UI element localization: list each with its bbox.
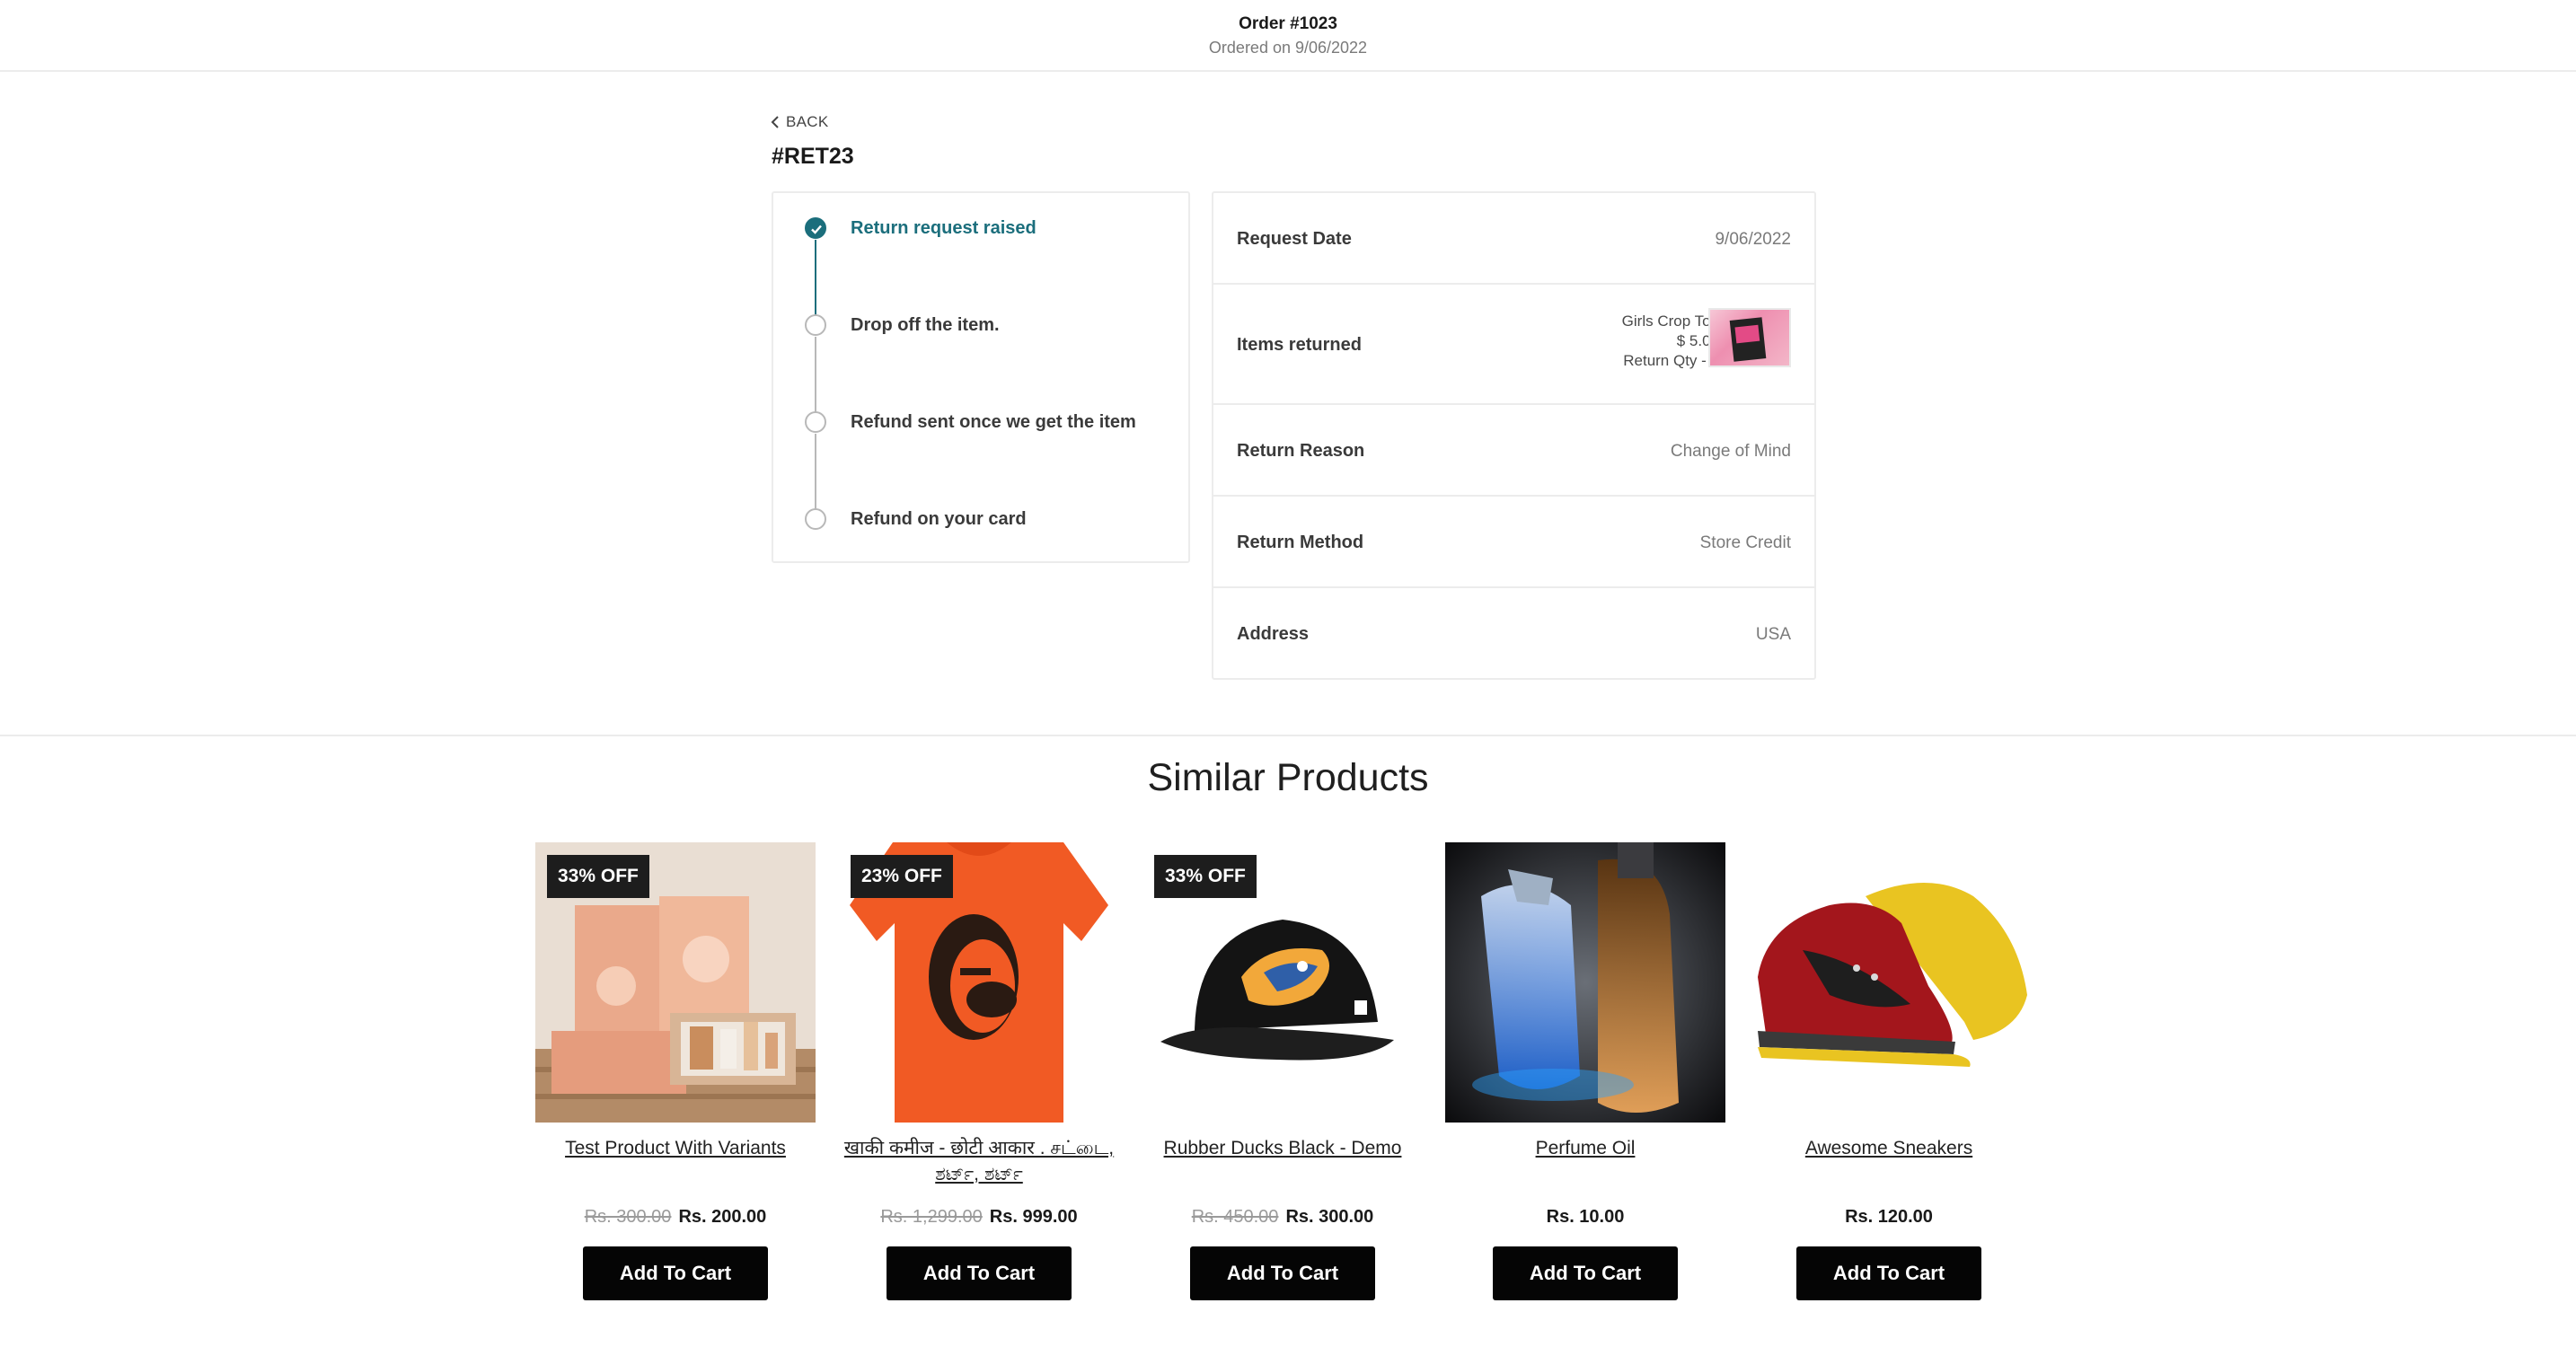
detail-row-request-date: Request Date 9/06/2022 xyxy=(1213,193,1814,285)
detail-label: Items returned xyxy=(1237,335,1362,355)
product-title-link[interactable]: खाकी कमीज - छोटी आकार . சட்டை, ಶರ್ಟ್, ಶರ… xyxy=(821,1135,1137,1187)
add-to-cart-button[interactable]: Add To Cart xyxy=(1493,1246,1678,1300)
product-title-link[interactable]: Awesome Sneakers xyxy=(1731,1135,2047,1161)
order-title: Order #1023 xyxy=(1239,14,1337,33)
back-link[interactable]: BACK xyxy=(770,113,829,131)
detail-label: Address xyxy=(1237,624,1310,644)
progress-step: Return request raised xyxy=(773,217,1192,253)
sale-price: Rs. 10.00 xyxy=(1546,1207,1625,1227)
price-line: Rs. 450.00 Rs. 300.00 xyxy=(1125,1207,1441,1228)
product-image[interactable]: 33% OFF xyxy=(1142,842,1423,1123)
order-header: Order #1023 Ordered on 9/06/2022 xyxy=(0,0,2576,72)
returned-item-thumbnail xyxy=(1708,308,1791,367)
product-title-link[interactable]: Rubber Ducks Black - Demo xyxy=(1125,1135,1441,1161)
add-to-cart-button[interactable]: Add To Cart xyxy=(1190,1246,1375,1300)
price-line: Rs. 120.00 xyxy=(1731,1207,2047,1228)
similar-products-heading: Similar Products xyxy=(1147,756,1429,799)
product-card: Perfume Oil Rs. 10.00 Add To Cart xyxy=(1445,842,1725,1309)
detail-label: Return Method xyxy=(1237,533,1364,552)
price-line: Rs. 1,299.00 Rs. 999.00 xyxy=(821,1207,1137,1228)
progress-step-label: Return request raised xyxy=(851,218,1037,238)
add-to-cart-button[interactable]: Add To Cart xyxy=(583,1246,768,1300)
detail-label: Return Reason xyxy=(1237,441,1365,461)
progress-step: Refund sent once we get the item xyxy=(773,411,1192,447)
product-card: 33% OFF Rubber Ducks Black - Demo Rs. 45… xyxy=(1142,842,1423,1309)
back-label: BACK xyxy=(786,113,829,130)
return-id: #RET23 xyxy=(772,144,854,169)
product-card: 33% OFF Test Product With Variants Rs. 3… xyxy=(535,842,816,1309)
empty-circle-icon xyxy=(805,508,826,530)
returned-item-info: Girls Crop Top $ 5.00 Return Qty - 1 xyxy=(1622,312,1719,371)
detail-value: 9/06/2022 xyxy=(1715,230,1791,249)
returned-item-price: $ 5.00 xyxy=(1676,332,1719,349)
product-image[interactable]: 23% OFF xyxy=(839,842,1119,1123)
detail-value: USA xyxy=(1755,625,1791,644)
original-price: Rs. 450.00 xyxy=(1191,1207,1279,1227)
detail-label: Request Date xyxy=(1237,229,1352,249)
progress-step-label: Refund sent once we get the item xyxy=(851,412,1136,432)
return-progress-card: Return request raised Drop off the item.… xyxy=(772,191,1190,563)
discount-badge: 33% OFF xyxy=(547,855,649,898)
add-to-cart-button[interactable]: Add To Cart xyxy=(1796,1246,1981,1300)
detail-row-return-reason: Return Reason Change of Mind xyxy=(1213,405,1814,497)
chevron-left-icon xyxy=(771,116,779,128)
returned-item-name: Girls Crop Top xyxy=(1621,313,1719,330)
progress-step-label: Drop off the item. xyxy=(851,315,1000,335)
check-circle-icon xyxy=(805,217,826,239)
add-to-cart-button[interactable]: Add To Cart xyxy=(887,1246,1072,1300)
returned-item-qty: Return Qty - 1 xyxy=(1623,352,1719,369)
product-card: 23% OFF खाकी कमीज - छोटी आकार . சட்டை, ಶ… xyxy=(839,842,1119,1309)
progress-step-label: Refund on your card xyxy=(851,509,1027,529)
section-divider xyxy=(0,735,2576,736)
product-image[interactable] xyxy=(1445,842,1725,1123)
progress-step: Drop off the item. xyxy=(773,314,1192,350)
empty-circle-icon xyxy=(805,314,826,336)
original-price: Rs. 300.00 xyxy=(584,1207,672,1227)
return-details-card: Request Date 9/06/2022 Items returned Gi… xyxy=(1212,191,1816,680)
detail-row-return-method: Return Method Store Credit xyxy=(1213,497,1814,588)
product-card: Awesome Sneakers Rs. 120.00 Add To Cart xyxy=(1749,842,2029,1309)
product-title-link[interactable]: Perfume Oil xyxy=(1427,1135,1743,1161)
product-image[interactable]: 33% OFF xyxy=(535,842,816,1123)
detail-value: Change of Mind xyxy=(1670,442,1791,461)
detail-row-items-returned: Items returned Girls Crop Top $ 5.00 Ret… xyxy=(1213,285,1814,405)
progress-step: Refund on your card xyxy=(773,508,1192,544)
detail-value: Store Credit xyxy=(1699,533,1791,552)
discount-badge: 33% OFF xyxy=(1154,855,1257,898)
product-image[interactable] xyxy=(1749,842,2029,1123)
price-line: Rs. 300.00 Rs. 200.00 xyxy=(517,1207,834,1228)
sale-price: Rs. 120.00 xyxy=(1845,1207,1933,1227)
product-title-link[interactable]: Test Product With Variants xyxy=(517,1135,834,1161)
original-price: Rs. 1,299.00 xyxy=(880,1207,983,1227)
sale-price: Rs. 200.00 xyxy=(678,1207,767,1227)
discount-badge: 23% OFF xyxy=(851,855,953,898)
order-date: Ordered on 9/06/2022 xyxy=(1208,39,1368,57)
detail-row-address: Address USA xyxy=(1213,588,1814,678)
empty-circle-icon xyxy=(805,411,826,433)
price-line: Rs. 10.00 xyxy=(1427,1207,1743,1228)
sale-price: Rs. 300.00 xyxy=(1285,1207,1374,1227)
sale-price: Rs. 999.00 xyxy=(989,1207,1078,1227)
